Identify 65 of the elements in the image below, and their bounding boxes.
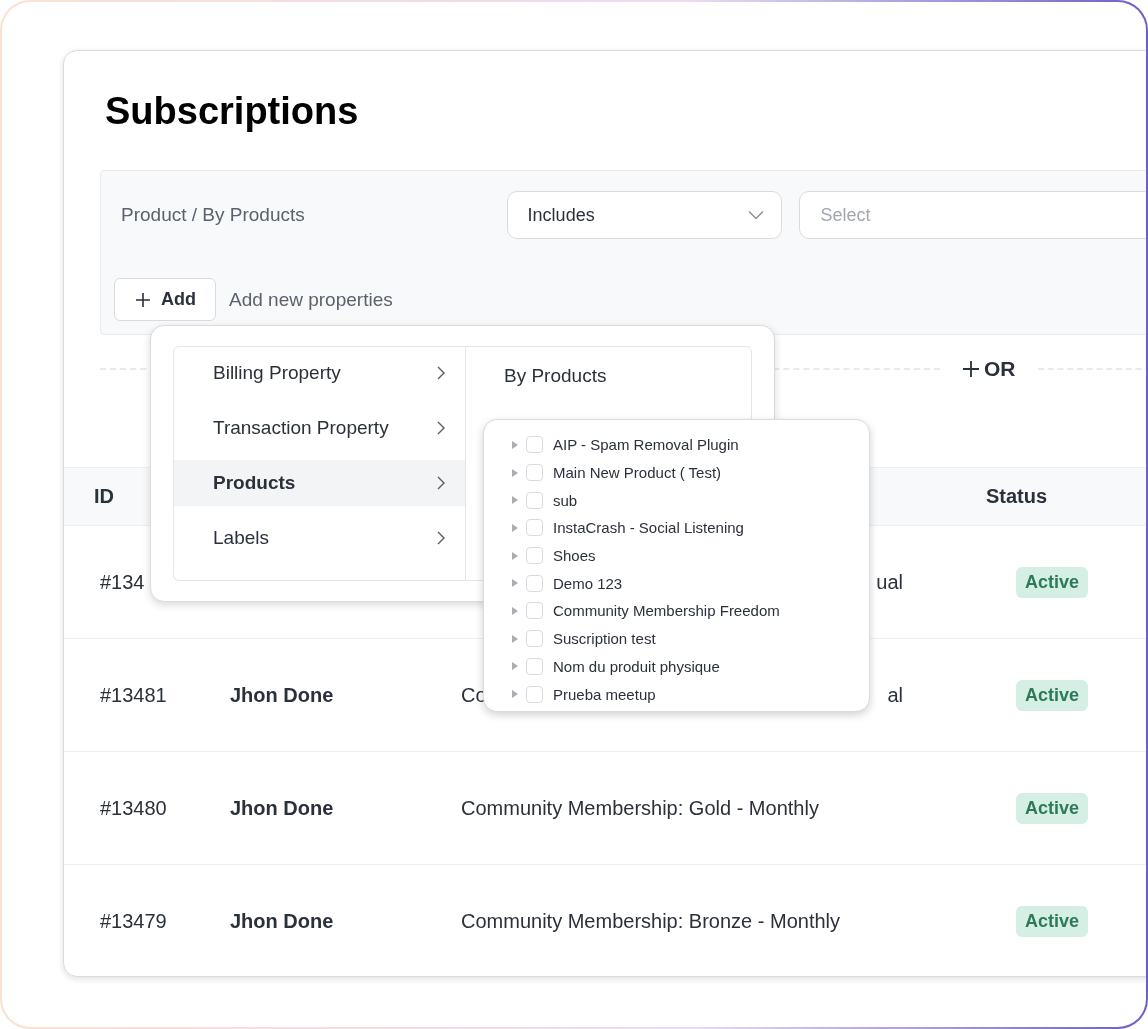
product-label: Shoes	[553, 547, 596, 565]
table-cell: Community Membership: Gold - Monthly	[461, 796, 819, 820]
table-cell-text: #13479	[100, 909, 168, 933]
expand-caret-icon[interactable]	[511, 522, 519, 533]
expand-caret-icon[interactable]	[511, 689, 519, 700]
product-label: AIP - Spam Removal Plugin	[553, 436, 739, 454]
menu-item[interactable]: Transaction Property	[174, 405, 465, 451]
table-cell-text: #134	[100, 570, 146, 594]
chevron-right-icon	[436, 365, 446, 381]
checkbox[interactable]	[526, 657, 543, 675]
status-badge: Active	[1016, 905, 1089, 937]
checkbox[interactable]	[526, 519, 543, 537]
chevron-down-icon	[748, 210, 765, 220]
checkbox[interactable]	[526, 436, 543, 454]
checkbox[interactable]	[526, 464, 543, 482]
product-label: Community Membership Freedom	[553, 602, 780, 620]
status-badge: Active	[1016, 792, 1089, 824]
expand-caret-icon[interactable]	[511, 439, 519, 450]
menu-item[interactable]: Billing Property	[174, 350, 465, 396]
plus-icon	[135, 291, 151, 308]
checkbox[interactable]	[526, 602, 543, 620]
checkbox[interactable]	[526, 547, 543, 565]
product-label: Nom du produit physique	[553, 657, 720, 675]
add-button[interactable]: Add	[114, 278, 216, 321]
chevron-right-icon	[436, 530, 446, 546]
checkbox[interactable]	[526, 685, 543, 703]
checkbox[interactable]	[526, 630, 543, 648]
value-select-field[interactable]: Select	[799, 191, 1146, 239]
menu-item[interactable]: Products	[174, 460, 465, 506]
chevron-right-icon	[436, 475, 446, 491]
menu-item[interactable]: Labels	[174, 515, 465, 561]
expand-caret-icon[interactable]	[511, 495, 519, 506]
product-label: Demo 123	[553, 574, 623, 592]
expand-caret-icon[interactable]	[511, 550, 519, 561]
page-title: Subscriptions	[104, 89, 360, 134]
checkbox[interactable]	[526, 574, 543, 592]
expand-caret-icon[interactable]	[511, 633, 519, 644]
status-badge: Active	[1016, 566, 1089, 598]
expand-caret-icon[interactable]	[511, 578, 519, 589]
status-badge: Active	[1016, 679, 1089, 711]
chevron-right-icon	[436, 420, 446, 436]
expand-caret-icon[interactable]	[511, 661, 519, 672]
checkbox[interactable]	[526, 491, 543, 509]
operator-dropdown[interactable]: Includes	[506, 191, 783, 239]
product-label: InstaCrash - Social Listening	[553, 519, 744, 537]
table-cell-text: Jhon Done	[230, 683, 335, 707]
table-cell-text: Jhon Done	[230, 796, 335, 820]
expand-caret-icon[interactable]	[511, 605, 519, 616]
table-cell: Community Membership: Bronze - Monthly	[461, 909, 840, 933]
product-label: Main New Product ( Test)	[553, 464, 722, 482]
add-properties-hint: Add new properties	[229, 288, 393, 311]
table-cell-text: Jhon Done	[230, 909, 335, 933]
table-cell-text: #13480	[100, 796, 168, 820]
table-cell: al	[887, 683, 903, 707]
plus-icon	[962, 360, 980, 378]
submenu-title: By Products	[504, 365, 607, 387]
expand-caret-icon[interactable]	[511, 467, 519, 478]
column-header: ID	[94, 485, 114, 508]
product-label: Prueba meetup	[553, 685, 656, 703]
product-label: Suscription test	[553, 630, 656, 648]
table-cell-text: #13481	[100, 683, 168, 707]
product-label: sub	[553, 491, 578, 509]
table-cell: ual	[876, 570, 903, 594]
filter-property-label: Product / By Products	[121, 204, 306, 226]
column-header: Status	[986, 485, 1048, 508]
